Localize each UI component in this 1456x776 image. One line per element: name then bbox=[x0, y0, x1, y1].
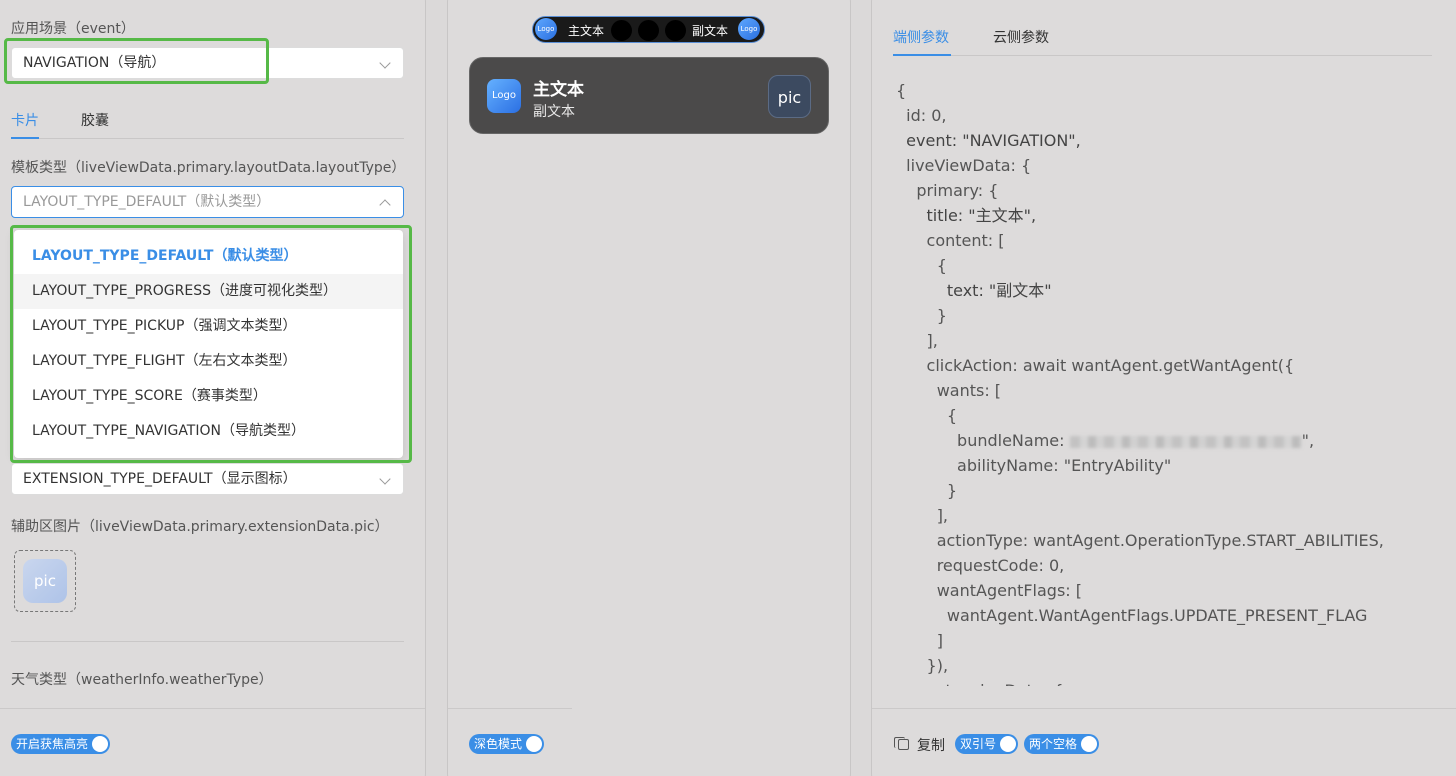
tab-divider bbox=[11, 138, 404, 139]
toggle-label: 双引号 bbox=[960, 737, 997, 751]
code-line-bundle: bundleName: ", bbox=[896, 428, 1436, 453]
code-line: { bbox=[896, 256, 947, 275]
template-label: 模板类型（liveViewData.primary.layoutData.lay… bbox=[11, 160, 406, 176]
code-line: ], bbox=[896, 506, 949, 525]
two-spaces-toggle[interactable]: 两个空格 bbox=[1024, 734, 1099, 754]
code-line: abilityName: "EntryAbility" bbox=[896, 456, 1172, 475]
code-line: ] bbox=[896, 631, 943, 650]
card-preview: Logo 主文本 副文本 pic bbox=[469, 57, 829, 134]
code-line: wantAgent.WantAgentFlags.UPDATE_PRESENT_… bbox=[896, 606, 1368, 625]
tab-divider bbox=[893, 55, 1432, 56]
chevron-down-icon bbox=[379, 473, 391, 485]
code-line: id: 0, bbox=[896, 106, 947, 125]
tab-active-indicator bbox=[11, 137, 39, 139]
toggle-knob bbox=[1000, 736, 1016, 752]
redacted-bundle-name bbox=[1069, 435, 1302, 448]
tab-cloud-params[interactable]: 云侧参数 bbox=[993, 27, 1049, 47]
template-select-placeholder: LAYOUT_TYPE_DEFAULT（默认类型） bbox=[23, 194, 271, 210]
toggle-label: 两个空格 bbox=[1029, 737, 1078, 751]
toggle-label: 开启获焦高亮 bbox=[16, 737, 89, 751]
code-line: primary: { bbox=[896, 181, 999, 200]
code-line: requestCode: 0, bbox=[896, 556, 1065, 575]
weather-label: 天气类型（weatherInfo.weatherType） bbox=[11, 672, 273, 688]
copy-button[interactable]: 复制 bbox=[894, 735, 945, 755]
double-quote-toggle[interactable]: 双引号 bbox=[955, 734, 1018, 754]
code-line: actionType: wantAgent.OperationType.STAR… bbox=[896, 531, 1384, 550]
capsule-main-text: 主文本 bbox=[568, 24, 605, 38]
tab-device-params[interactable]: 端侧参数 bbox=[893, 27, 949, 47]
copy-icon-back bbox=[894, 737, 905, 748]
highlight-box bbox=[4, 38, 269, 84]
capsule-dot bbox=[638, 20, 659, 41]
code-line: { bbox=[896, 81, 907, 100]
tab-card[interactable]: 卡片 bbox=[11, 110, 39, 130]
code-line: liveViewData: { bbox=[896, 156, 1032, 175]
toggle-knob bbox=[92, 736, 108, 752]
pic-thumbnail: pic bbox=[23, 559, 67, 603]
pic-upload[interactable]: pic bbox=[14, 550, 76, 612]
pic-label: 辅助区图片（liveViewData.primary.extensionData… bbox=[11, 519, 389, 535]
code-line: ], bbox=[896, 331, 938, 350]
code-view: { id: 0, event: "NAVIGATION", liveViewDa… bbox=[896, 78, 1436, 686]
chevron-up-icon bbox=[379, 199, 391, 211]
tab-capsule[interactable]: 胶囊 bbox=[81, 110, 109, 130]
code-line: wants: [ bbox=[896, 381, 1002, 400]
copy-label: 复制 bbox=[917, 738, 945, 754]
capsule-preview: Logo 主文本 副文本 Logo bbox=[532, 16, 765, 43]
code-line: bundleName: bbox=[896, 431, 1070, 450]
extension-select[interactable]: EXTENSION_TYPE_DEFAULT（显示图标） bbox=[11, 463, 404, 495]
code-line: { bbox=[896, 406, 958, 425]
footer-divider bbox=[448, 708, 572, 709]
code-line: title: "主文本", bbox=[896, 206, 1037, 225]
extension-select-value: EXTENSION_TYPE_DEFAULT（显示图标） bbox=[23, 471, 297, 487]
code-line: } bbox=[896, 481, 958, 500]
footer-divider bbox=[872, 708, 1456, 709]
code-line: wantAgentFlags: [ bbox=[896, 581, 1083, 600]
card-title: 主文本 bbox=[533, 80, 584, 100]
focus-highlight-toggle[interactable]: 开启获焦高亮 bbox=[11, 734, 110, 754]
code-line: } bbox=[896, 306, 947, 325]
highlight-box bbox=[10, 225, 412, 463]
tab-active-indicator bbox=[893, 54, 951, 56]
code-line: text: "副文本" bbox=[896, 281, 1052, 300]
capsule-logo: Logo bbox=[535, 18, 557, 40]
scene-label: 应用场景（event） bbox=[11, 21, 135, 37]
capsule-dot bbox=[665, 20, 686, 41]
toggle-label: 深色模式 bbox=[474, 737, 523, 751]
footer-divider bbox=[0, 708, 425, 709]
chevron-down-icon bbox=[379, 57, 391, 69]
code-line: clickAction: await wantAgent.getWantAgen… bbox=[896, 356, 1295, 375]
dark-mode-toggle[interactable]: 深色模式 bbox=[469, 734, 544, 754]
code-line: }), bbox=[896, 656, 949, 675]
code-line-suffix: ", bbox=[1301, 431, 1315, 450]
code-line: event: "NAVIGATION", bbox=[896, 131, 1081, 150]
template-select[interactable]: LAYOUT_TYPE_DEFAULT（默认类型） bbox=[11, 186, 404, 218]
card-pic: pic bbox=[768, 75, 811, 118]
capsule-logo: Logo bbox=[738, 18, 760, 40]
toggle-knob bbox=[1081, 736, 1097, 752]
section-divider bbox=[11, 641, 404, 642]
code-line: extensionData: { bbox=[896, 678, 1436, 686]
capsule-dot bbox=[611, 20, 632, 41]
code-line: content: [ bbox=[896, 231, 1005, 250]
capsule-sub-text: 副文本 bbox=[692, 24, 729, 38]
toggle-knob bbox=[526, 736, 542, 752]
card-logo: Logo bbox=[487, 79, 521, 113]
card-subtitle: 副文本 bbox=[533, 104, 575, 120]
